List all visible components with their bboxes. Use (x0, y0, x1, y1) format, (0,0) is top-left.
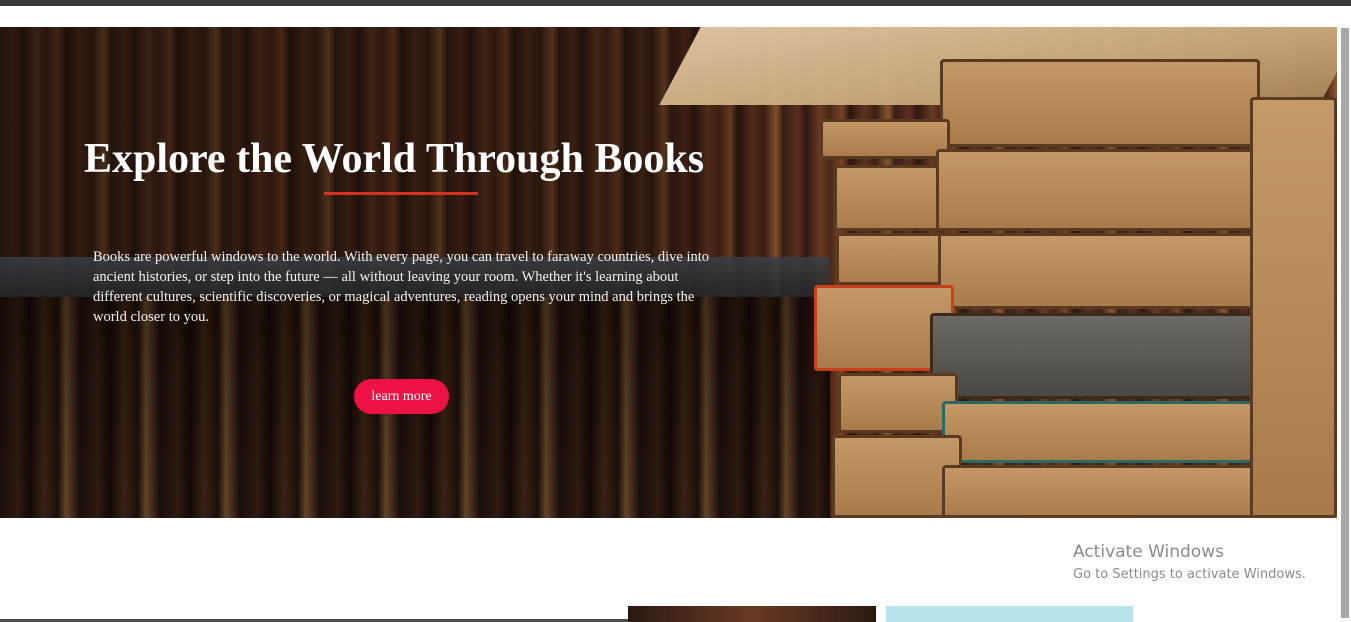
book-graphic (936, 149, 1266, 231)
book-graphic (940, 59, 1260, 147)
hero-banner: Explore the World Through Books Books ar… (0, 27, 1337, 518)
learn-more-button[interactable]: learn more (354, 379, 449, 414)
browser-top-bar (0, 0, 1351, 6)
book-graphic (1250, 97, 1337, 518)
activate-windows-subtitle: Go to Settings to activate Windows. (1073, 567, 1306, 582)
activate-windows-title: Activate Windows (1073, 542, 1224, 562)
hero-description: Books are powerful windows to the world.… (93, 249, 710, 325)
book-graphic (838, 373, 958, 433)
content-card-image[interactable] (886, 606, 1133, 622)
book-stack-image (659, 27, 1337, 518)
content-card-image[interactable] (628, 606, 876, 622)
book-graphic (942, 465, 1268, 518)
book-graphic (942, 401, 1268, 463)
book-graphic (930, 313, 1276, 399)
book-graphic (820, 119, 950, 159)
book-graphic (938, 233, 1258, 309)
activate-windows-watermark: Activate Windows Go to Settings to activ… (1073, 541, 1306, 585)
hero-title: Explore the World Through Books (84, 136, 705, 182)
title-underline (324, 192, 478, 195)
scrollbar-thumb[interactable] (1341, 28, 1349, 618)
